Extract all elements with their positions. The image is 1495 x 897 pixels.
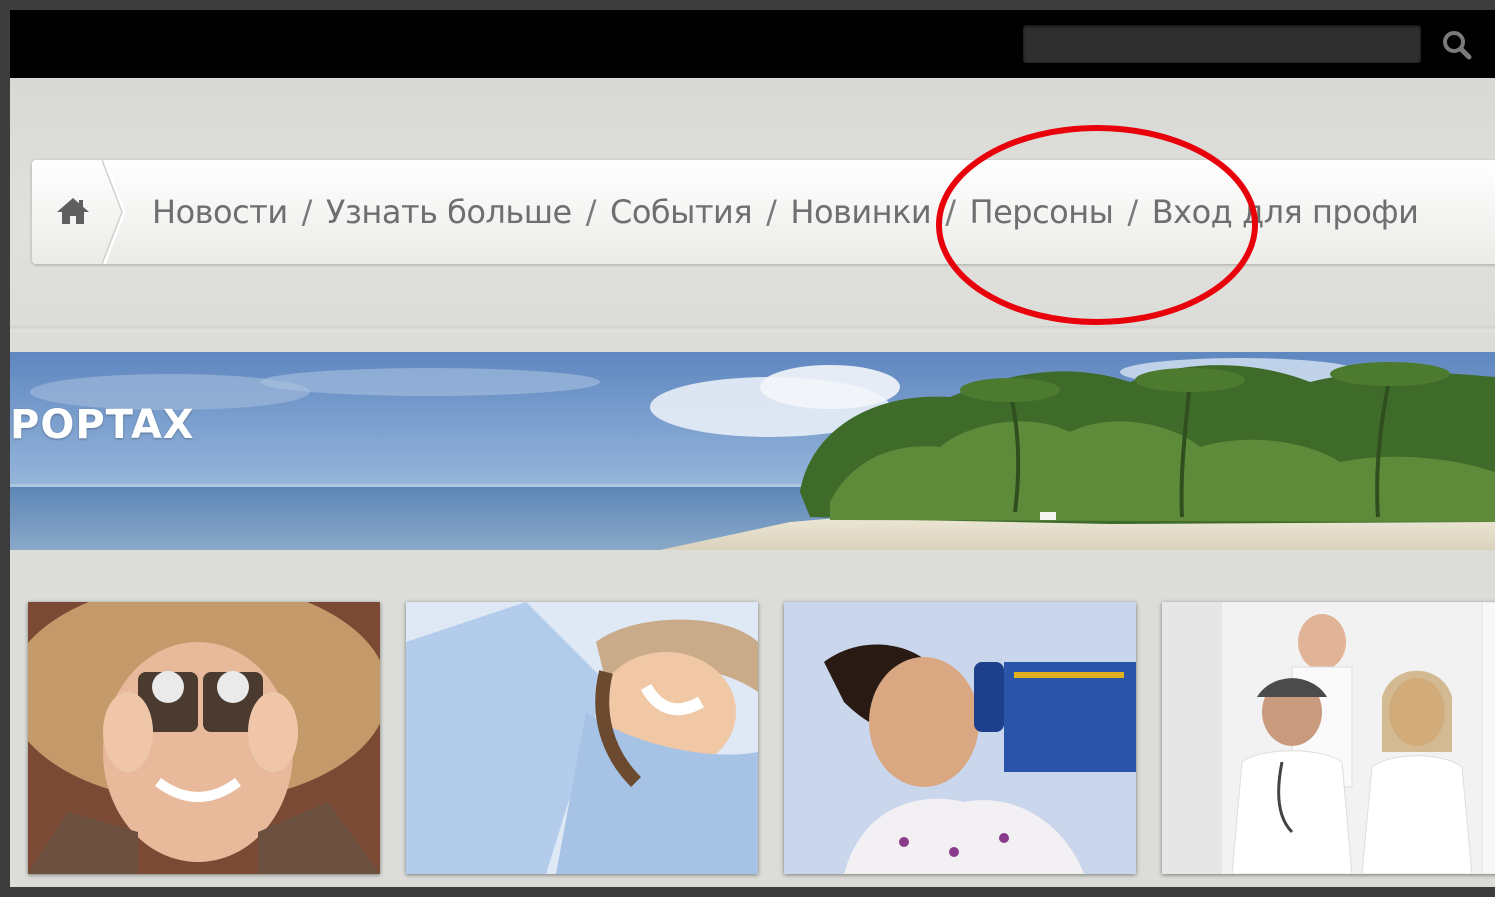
breadcrumb-separator: / (1127, 193, 1138, 231)
breadcrumb-items: Новости / Узнать больше / События / Нови… (152, 160, 1419, 264)
breadcrumb-item-events[interactable]: События (610, 193, 753, 231)
breadcrumb-separator: / (585, 193, 597, 231)
woman-phone-photo (784, 602, 1136, 874)
top-bar (10, 10, 1495, 78)
beach-banner[interactable]: POPTAX (10, 352, 1495, 550)
beach-banner-image (10, 352, 1495, 550)
breadcrumb-item-new-products[interactable]: Новинки (790, 193, 931, 231)
tile-medical-staff[interactable] (1162, 602, 1495, 874)
search-input[interactable] (1023, 25, 1421, 63)
search-icon[interactable] (1440, 28, 1474, 62)
home-cell (32, 160, 126, 264)
breadcrumb-item-learn-more[interactable]: Узнать больше (326, 193, 572, 231)
home-separator (102, 160, 126, 264)
woman-binoculars-photo (28, 602, 380, 874)
medical-staff-photo (1162, 602, 1495, 874)
tile-laughing-woman[interactable] (406, 602, 758, 874)
breadcrumb-separator: / (301, 193, 313, 231)
page: Новости / Узнать больше / События / Нови… (0, 0, 1495, 897)
breadcrumb-item-news[interactable]: Новости (152, 193, 288, 231)
breadcrumb: Новости / Узнать больше / События / Нови… (32, 160, 1495, 264)
photo-tiles (28, 602, 1495, 874)
section-divider (10, 326, 1495, 332)
banner-title: POPTAX (10, 402, 195, 448)
laughing-woman-hat-photo (406, 602, 758, 874)
breadcrumb-separator: / (945, 193, 956, 231)
home-icon[interactable] (56, 196, 90, 226)
breadcrumb-item-pro-login[interactable]: Вход для профи (1152, 193, 1419, 231)
content-area: Новости / Узнать больше / События / Нови… (10, 10, 1495, 887)
tile-woman-phone[interactable] (784, 602, 1136, 874)
tile-woman-binoculars[interactable] (28, 602, 380, 874)
breadcrumb-item-persons[interactable]: Персоны (970, 193, 1114, 231)
breadcrumb-separator: / (766, 193, 777, 231)
